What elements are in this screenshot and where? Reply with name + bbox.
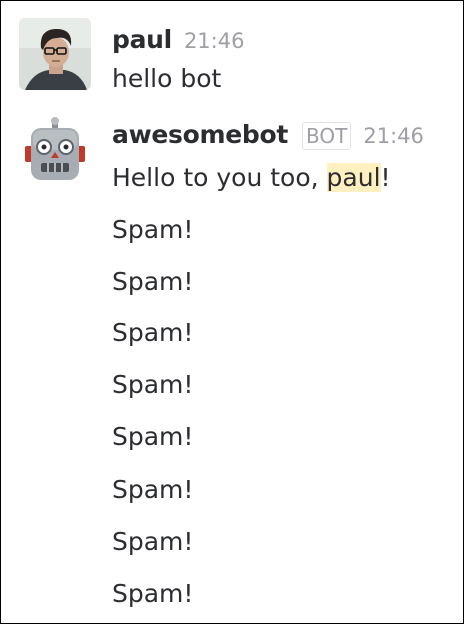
user-mention[interactable]: paul [326, 163, 381, 192]
spam-line: Spam! [112, 370, 194, 399]
username-paul[interactable]: paul [112, 25, 172, 54]
message-text-end: ! [380, 163, 391, 192]
spam-line: Spam! [112, 527, 194, 556]
spam-line: Spam! [112, 579, 194, 608]
spam-line: Spam! [112, 318, 194, 347]
message-text-start: Hello to you too, [112, 163, 327, 192]
message-text: Hello to you too, paul! [112, 163, 391, 193]
spam-line: Spam! [112, 422, 194, 451]
user-photo-avatar[interactable] [19, 18, 91, 90]
message-header: awesomebot BOT 21:46 [112, 120, 424, 150]
timestamp[interactable]: 21:46 [184, 29, 245, 53]
message-text: hello bot [112, 64, 222, 93]
spam-line: Spam! [112, 475, 194, 504]
chat-window: paul 21:46 hello bot awesomebot BOT 21:4… [0, 0, 464, 624]
spam-line: Spam! [112, 215, 194, 244]
bot-badge: BOT [302, 122, 352, 150]
spam-line: Spam! [112, 267, 194, 296]
robot-face-icon[interactable] [19, 116, 91, 188]
timestamp[interactable]: 21:46 [363, 124, 424, 148]
username-awesomebot[interactable]: awesomebot [112, 120, 288, 149]
message-header: paul 21:46 [112, 25, 244, 54]
